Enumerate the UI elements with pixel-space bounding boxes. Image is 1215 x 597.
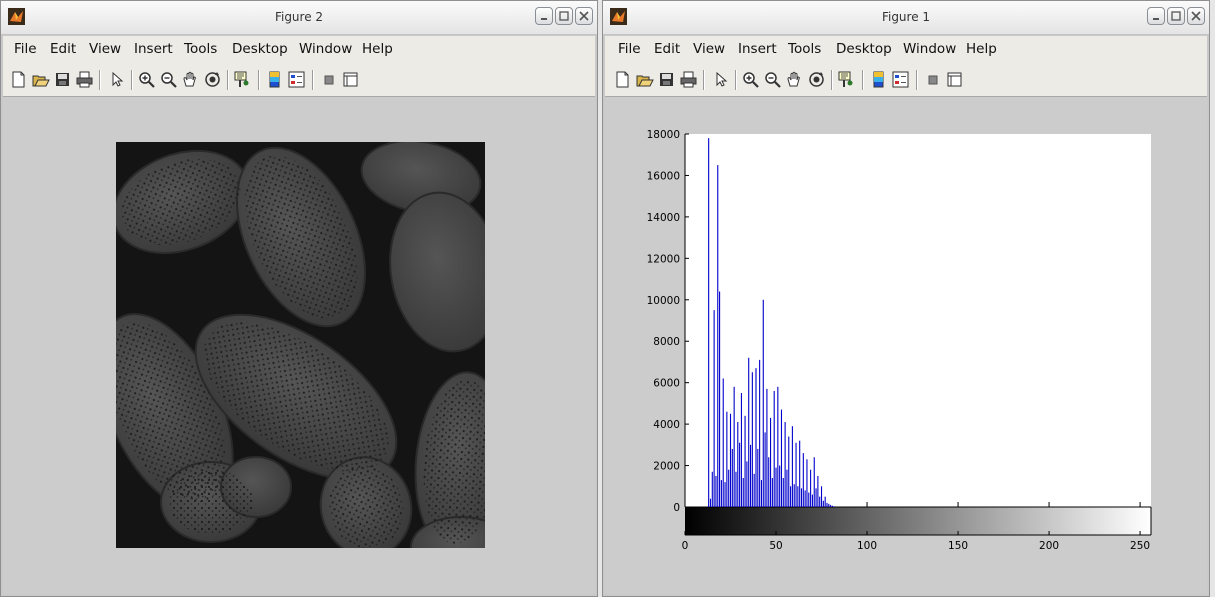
menu-bar: File Edit View Insert Tools Desktop Wind… — [3, 36, 595, 63]
menu-view[interactable]: View — [693, 41, 725, 57]
close-button[interactable] — [575, 7, 593, 25]
menu-file[interactable]: File — [14, 41, 37, 57]
maximize-button[interactable] — [555, 7, 573, 25]
y-tick-label: 14000 — [647, 212, 680, 224]
y-tick-label: 4000 — [653, 419, 680, 431]
menu-desktop[interactable]: Desktop — [232, 41, 288, 57]
y-tick-label: 12000 — [647, 253, 680, 265]
menu-bar: File Edit View Insert Tools Desktop Wind… — [605, 36, 1207, 63]
x-tick-label: 0 — [682, 540, 689, 552]
y-tick-label: 6000 — [653, 378, 680, 390]
menu-tools[interactable]: Tools — [788, 41, 821, 57]
pollen-micrograph — [116, 142, 485, 548]
figure-canvas: 0 2000 4000 6000 8000 10000 12000 14000 16000 180… — [605, 97, 1207, 594]
figure-2-window: Figure 2 File Edit View Insert Tools Des… — [0, 0, 598, 597]
menu-view[interactable]: View — [89, 41, 121, 57]
data-cursor-icon[interactable] — [233, 70, 252, 89]
save-icon[interactable] — [53, 70, 72, 89]
maximize-button[interactable] — [1167, 7, 1185, 25]
histogram-chart: 0200040006000800010000120001400016000180… — [647, 129, 1152, 552]
figure-canvas — [3, 97, 595, 594]
menu-window[interactable]: Window — [903, 41, 956, 57]
menu-window[interactable]: Window — [299, 41, 352, 57]
x-tick-label: 100 — [857, 540, 877, 552]
window-title: Figure 2 — [274, 10, 324, 24]
y-tick-label: 8000 — [653, 336, 680, 348]
pan-hand-icon[interactable] — [181, 70, 200, 89]
edit-plot-arrow-icon[interactable] — [711, 70, 730, 89]
menu-tools[interactable]: Tools — [184, 41, 217, 57]
y-tick-label: 16000 — [647, 170, 680, 182]
menu-desktop[interactable]: Desktop — [836, 41, 892, 57]
show-plot-tools-icon[interactable] — [341, 70, 360, 89]
zoom-in-icon[interactable] — [137, 70, 156, 89]
minimize-button[interactable] — [1147, 7, 1165, 25]
close-button[interactable] — [1187, 7, 1205, 25]
x-tick-label: 250 — [1130, 540, 1150, 552]
x-tick-label: 200 — [1039, 540, 1059, 552]
menu-insert[interactable]: Insert — [134, 41, 173, 57]
grayscale-colorbar — [685, 507, 1151, 535]
save-icon[interactable] — [657, 70, 676, 89]
open-file-icon[interactable] — [31, 70, 50, 89]
y-tick-label: 2000 — [653, 461, 680, 473]
zoom-in-icon[interactable] — [741, 70, 760, 89]
menu-help[interactable]: Help — [966, 41, 997, 57]
new-figure-icon[interactable] — [9, 70, 28, 89]
plot-area — [685, 134, 1151, 507]
new-figure-icon[interactable] — [613, 70, 632, 89]
data-cursor-icon[interactable] — [837, 70, 856, 89]
minimize-button[interactable] — [535, 7, 553, 25]
rotate-3d-icon[interactable] — [203, 70, 222, 89]
x-tick-label: 50 — [769, 540, 782, 552]
menu-edit[interactable]: Edit — [50, 41, 76, 57]
y-tick-label: 0 — [673, 502, 680, 514]
grayscale-image — [116, 142, 485, 548]
figure-toolbar — [605, 63, 1207, 97]
pan-hand-icon[interactable] — [785, 70, 804, 89]
hide-plot-tools-icon[interactable] — [319, 70, 338, 89]
show-plot-tools-icon[interactable] — [945, 70, 964, 89]
rotate-3d-icon[interactable] — [807, 70, 826, 89]
print-icon[interactable] — [75, 70, 94, 89]
figure-toolbar — [3, 63, 595, 97]
zoom-out-icon[interactable] — [159, 70, 178, 89]
insert-colorbar-icon[interactable] — [869, 70, 888, 89]
x-tick-label: 150 — [948, 540, 968, 552]
title-bar[interactable]: Figure 1 — [603, 1, 1209, 35]
window-title: Figure 1 — [881, 10, 931, 24]
insert-legend-icon[interactable] — [287, 70, 306, 89]
open-file-icon[interactable] — [635, 70, 654, 89]
y-tick-label: 18000 — [647, 129, 680, 141]
menu-help[interactable]: Help — [362, 41, 393, 57]
figure-1-window: Figure 1 File Edit View Insert Tools Des… — [602, 0, 1210, 597]
edit-plot-arrow-icon[interactable] — [107, 70, 126, 89]
y-tick-label: 10000 — [647, 295, 680, 307]
print-icon[interactable] — [679, 70, 698, 89]
insert-legend-icon[interactable] — [891, 70, 910, 89]
menu-file[interactable]: File — [618, 41, 641, 57]
menu-insert[interactable]: Insert — [738, 41, 777, 57]
menu-edit[interactable]: Edit — [654, 41, 680, 57]
insert-colorbar-icon[interactable] — [265, 70, 284, 89]
title-bar[interactable]: Figure 2 — [1, 1, 597, 35]
hide-plot-tools-icon[interactable] — [923, 70, 942, 89]
zoom-out-icon[interactable] — [763, 70, 782, 89]
